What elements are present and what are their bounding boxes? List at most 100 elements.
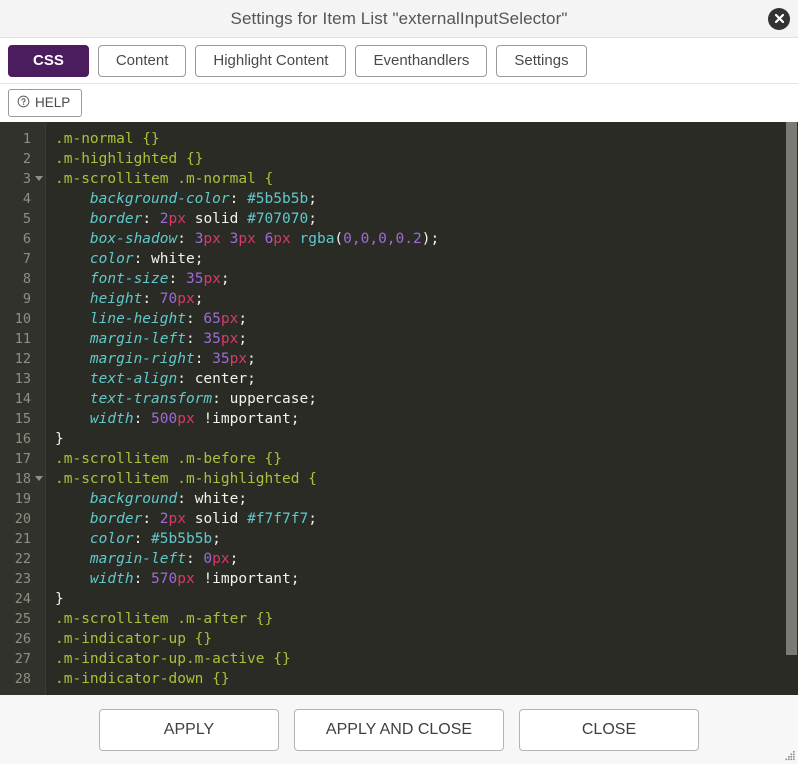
tab-css[interactable]: CSS (8, 44, 89, 77)
line-number: 12 (14, 351, 31, 367)
line-number: 18 (0, 469, 45, 489)
fold-toggle-icon[interactable] (35, 476, 43, 481)
code-line: color: white; (55, 249, 785, 269)
apply-and-close-button-label: APPLY AND CLOSE (325, 720, 473, 738)
close-circle-icon[interactable] (768, 7, 790, 30)
token-punc: ; (247, 351, 256, 367)
line-number-gutter: 1 2 3 4 5 6 7 8 9 10 11 12 13 14 15 16 17 18 19 20 21 22 23 24 2… (0, 122, 46, 695)
token-sel: .m-normal {} (55, 131, 160, 147)
token-prop: text-align (55, 371, 178, 387)
token-punc: : (133, 251, 152, 267)
question-circle-icon (17, 95, 30, 111)
code-line: .m-highlighted {} (55, 149, 785, 169)
token-punc: ; (212, 531, 221, 547)
token-punc: ; (220, 271, 230, 287)
token-punc: ; (229, 551, 239, 567)
code-line: color: #5b5b5b; (55, 529, 785, 549)
token-unit: px (177, 291, 195, 307)
token-punc: : (185, 331, 204, 347)
help-button[interactable]: HELP (8, 88, 83, 117)
token-hex: #5b5b5b (151, 531, 213, 547)
token-num: 2 (159, 511, 169, 527)
token-unit: px (229, 351, 248, 367)
token-prop: background-color (55, 191, 230, 207)
line-number: 23 (14, 571, 31, 587)
scrollbar-thumb[interactable] (786, 122, 797, 655)
settings-dialog: Settings for Item List "externalInputSel… (0, 0, 798, 764)
token-prop: border (55, 211, 143, 227)
token-num: 570 (151, 571, 178, 587)
token-punc: ; (290, 411, 300, 427)
tab-eventhandlers[interactable]: Eventhandlers (355, 44, 488, 77)
editor-vertical-scrollbar[interactable] (785, 122, 798, 695)
code-line: .m-scrollitem .m-highlighted { (55, 469, 785, 489)
apply-and-close-button[interactable]: APPLY AND CLOSE (294, 708, 504, 751)
token-val: solid (185, 511, 248, 527)
token-num: 500 (151, 411, 178, 427)
code-line: .m-scrollitem .m-normal { (55, 169, 785, 189)
token-num: 65 (203, 311, 221, 327)
code-editor-surface[interactable]: 1 2 3 4 5 6 7 8 9 10 11 12 13 14 15 16 17 18 19 20 21 22 23 24 2… (0, 122, 785, 695)
tab-highlight-content[interactable]: Highlight Content (195, 44, 347, 77)
token-val (221, 231, 230, 247)
code-line: } (55, 429, 785, 449)
token-unit: px (203, 231, 221, 247)
token-num: 6 (264, 231, 274, 247)
line-number: 26 (14, 631, 31, 647)
token-hex: #707070 (247, 211, 309, 227)
token-punc: : (133, 531, 152, 547)
line-number: 11 (14, 331, 31, 347)
token-num: 2 (159, 211, 169, 227)
token-punc: ; (308, 511, 317, 527)
token-unit: px (220, 311, 239, 327)
token-val: white (151, 251, 195, 267)
token-unit: px (203, 271, 221, 287)
dialog-titlebar: Settings for Item List "externalInputSel… (0, 0, 798, 38)
tab-content-label: Content (115, 52, 169, 69)
token-punc: : (168, 271, 186, 287)
code-content[interactable]: .m-normal {} .m-highlighted {} .m-scrollit… (46, 122, 785, 695)
token-punc: : (177, 231, 195, 247)
fold-toggle-icon[interactable] (35, 176, 43, 181)
resize-grip-icon[interactable] (783, 749, 796, 762)
token-punc: : (133, 571, 152, 587)
line-number: 4 (22, 191, 31, 207)
close-button[interactable]: CLOSE (519, 708, 699, 751)
token-num: 70 (159, 291, 178, 307)
apply-button[interactable]: APPLY (99, 708, 279, 751)
tab-content[interactable]: Content (97, 44, 187, 77)
token-num: 35 (185, 271, 204, 287)
tab-eventhandlers-label: Eventhandlers (373, 52, 470, 69)
token-prop: width (55, 571, 134, 587)
line-number: 22 (14, 551, 31, 567)
token-prop: color (55, 531, 134, 547)
css-editor[interactable]: 1 2 3 4 5 6 7 8 9 10 11 12 13 14 15 16 17 18 19 20 21 22 23 24 2… (0, 122, 798, 695)
token-punc: : (142, 211, 160, 227)
line-number: 2 (22, 151, 31, 167)
token-prop: margin-right (55, 351, 195, 367)
line-number: 25 (14, 611, 31, 627)
code-line: line-height: 65px; (55, 309, 785, 329)
code-line: box-shadow: 3px 3px 6px rgba(0,0,0,0.2); (55, 229, 785, 249)
token-unit: px (177, 411, 195, 427)
token-punc: ( (334, 231, 344, 247)
line-number: 24 (14, 591, 31, 607)
close-button-label: CLOSE (581, 720, 637, 738)
code-line: margin-left: 35px; (55, 329, 785, 349)
tab-settings[interactable]: Settings (496, 44, 587, 77)
token-sel: .m-indicator-down {} (55, 671, 230, 687)
line-number: 13 (14, 371, 31, 387)
token-punc: ; (308, 211, 317, 227)
token-unit: px (177, 571, 195, 587)
token-prop: margin-left (55, 331, 186, 347)
token-punc: ); (421, 231, 440, 247)
code-line: .m-indicator-up {} (55, 629, 785, 649)
token-unit: px (273, 231, 291, 247)
code-line: margin-left: 0px; (55, 549, 785, 569)
token-prop: border (55, 511, 143, 527)
token-num: 35 (203, 331, 221, 347)
token-val: solid (185, 211, 248, 227)
apply-button-label: APPLY (163, 720, 215, 738)
token-punc: : (194, 351, 213, 367)
token-unit: px (168, 211, 186, 227)
